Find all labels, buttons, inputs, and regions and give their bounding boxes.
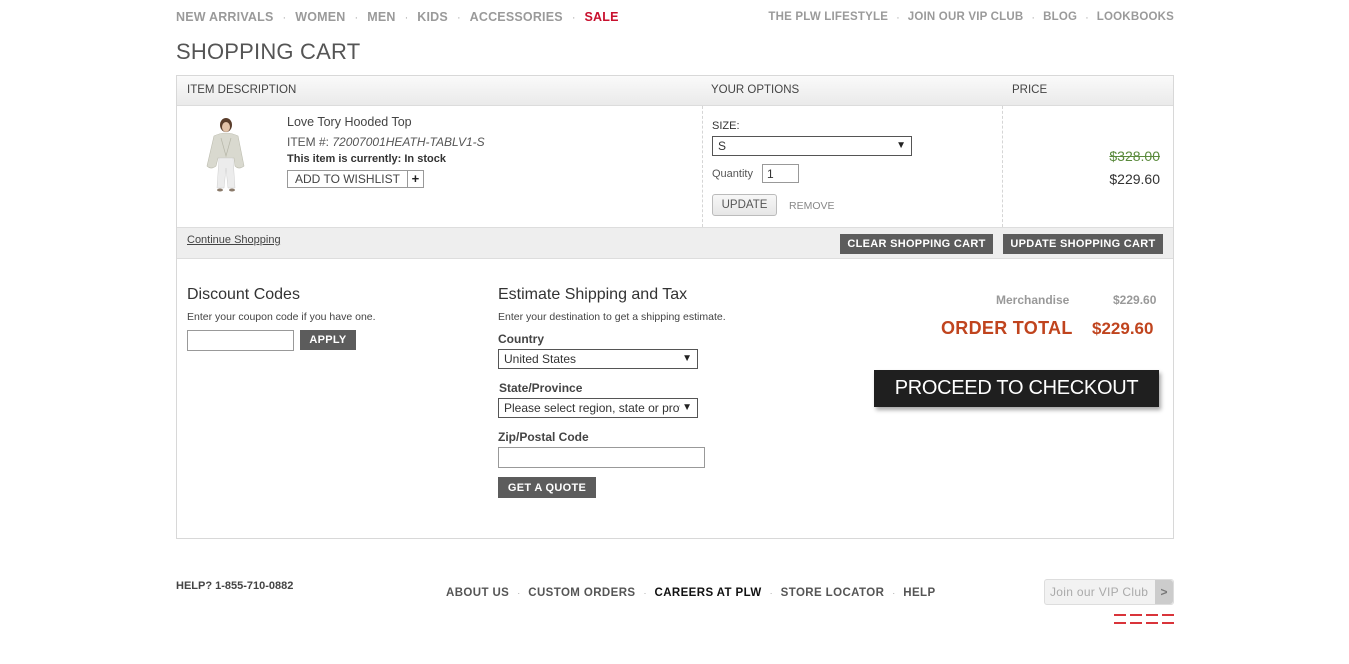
discount-title: Discount Codes	[187, 286, 300, 303]
footer-link-about-us[interactable]: ABOUT US	[446, 587, 509, 599]
zip-input[interactable]	[498, 447, 705, 468]
nav-link-the-plw-lifestyle[interactable]: THE PLW LIFESTYLE	[768, 11, 888, 23]
column-divider	[702, 106, 703, 227]
product-sku: ITEM #: 72007001HEATH-TABLV1-S	[287, 135, 485, 149]
nav-link-blog[interactable]: BLOG	[1043, 11, 1077, 23]
footer-separator: ·	[892, 588, 896, 598]
footer-link-help[interactable]: HELP	[903, 587, 935, 599]
header-item-description: ITEM DESCRIPTION	[187, 84, 297, 96]
order-total-value: $229.60	[1092, 319, 1154, 338]
nav-link-women[interactable]: WOMEN	[295, 10, 345, 24]
header-price: PRICE	[1012, 84, 1048, 96]
update-cart-button[interactable]: UPDATE SHOPPING CART	[1003, 234, 1163, 254]
secondary-nav: THE PLW LIFESTYLE · JOIN OUR VIP CLUB · BLOG…	[768, 9, 1174, 25]
nav-separator: ·	[282, 12, 287, 24]
cart-header-row: ITEM DESCRIPTION YOUR OPTIONS PRICE	[177, 76, 1173, 106]
discount-subtitle: Enter your coupon code if you have one.	[187, 311, 376, 323]
nav-separator: ·	[1031, 12, 1036, 24]
nav-separator: ·	[571, 12, 576, 24]
stock-status: This item is currently: In stock	[287, 153, 446, 165]
proceed-to-checkout-button[interactable]: PROCEED TO CHECKOUT	[874, 370, 1159, 407]
footer-nav: ABOUT US · CUSTOM ORDERS · CAREERS AT PLW · ST…	[446, 587, 936, 599]
quantity-label: Quantity	[712, 168, 753, 180]
column-divider	[1002, 106, 1003, 227]
state-select[interactable]: Please select region, state or province …	[498, 398, 698, 418]
product-thumbnail[interactable]	[199, 116, 251, 192]
nav-separator: ·	[404, 12, 409, 24]
nav-link-lookbooks[interactable]: LOOKBOOKS	[1097, 11, 1174, 23]
merchandise-value: $229.60	[1113, 293, 1157, 307]
chevron-right-icon: >	[1155, 580, 1173, 604]
nav-link-join-our-vip-club[interactable]: JOIN OUR VIP CLUB	[908, 11, 1024, 23]
wishlist-label: ADD TO WISHLIST	[295, 172, 400, 186]
vip-club-label: Join our VIP Club	[1050, 585, 1149, 599]
update-item-button[interactable]: UPDATE	[712, 194, 777, 216]
sku-value: 72007001HEATH-TABLV1-S	[332, 135, 485, 149]
footer-link-careers-at-plw[interactable]: CAREERS AT PLW	[654, 587, 761, 599]
vip-club-button[interactable]: Join our VIP Club >	[1044, 579, 1174, 605]
shipping-subtitle: Enter your destination to get a shipping…	[498, 311, 726, 323]
original-price: $328.00	[1109, 148, 1160, 164]
footer-separator: ·	[517, 588, 521, 598]
nav-separator: ·	[896, 12, 900, 24]
footer-link-store-locator[interactable]: STORE LOCATOR	[781, 587, 885, 599]
sku-label: ITEM #:	[287, 135, 330, 149]
top-nav: NEW ARRIVALS · WOMEN · MEN · KIDS · ACCESSORIES ·…	[176, 9, 1174, 25]
shipping-title: Estimate Shipping and Tax	[498, 286, 688, 303]
sale-price: $229.60	[1109, 171, 1160, 187]
product-name[interactable]: Love Tory Hooded Top	[287, 115, 412, 129]
continue-shopping-link[interactable]: Continue Shopping	[187, 234, 281, 246]
nav-link-accessories[interactable]: ACCESSORIES	[470, 10, 563, 24]
remove-item-link[interactable]: REMOVE	[789, 200, 835, 212]
page-title: SHOPPING CART	[176, 39, 361, 64]
decorative-dashes-icon	[1114, 614, 1174, 624]
nav-separator: ·	[1085, 12, 1089, 24]
zip-label: Zip/Postal Code	[498, 430, 589, 444]
dropdown-arrow-icon: ▼	[896, 140, 906, 151]
stock-value: In stock	[404, 153, 446, 165]
clear-cart-button[interactable]: CLEAR SHOPPING CART	[840, 234, 993, 254]
nav-separator: ·	[354, 12, 359, 24]
cart-actions-bar: Continue Shopping CLEAR SHOPPING CART UP…	[177, 227, 1173, 259]
get-quote-button[interactable]: GET A QUOTE	[498, 477, 596, 498]
quantity-input[interactable]: 1	[762, 164, 799, 183]
apply-coupon-button[interactable]: APPLY	[300, 330, 356, 350]
state-select-value: Please select region, state or province	[504, 401, 680, 415]
nav-link-men[interactable]: MEN	[367, 10, 395, 24]
country-label: Country	[498, 332, 544, 346]
nav-link-sale[interactable]: SALE	[584, 10, 618, 24]
country-select-value: United States	[504, 352, 577, 366]
coupon-input[interactable]	[187, 330, 294, 351]
nav-link-new-arrivals[interactable]: NEW ARRIVALS	[176, 10, 274, 24]
state-label: State/Province	[499, 381, 583, 395]
order-total-label: ORDER TOTAL	[941, 318, 1073, 338]
primary-nav: NEW ARRIVALS · WOMEN · MEN · KIDS · ACCESSORIES ·…	[176, 9, 619, 25]
add-to-wishlist-button[interactable]: ADD TO WISHLIST +	[287, 170, 424, 188]
country-select[interactable]: United States ▼	[498, 349, 698, 369]
plus-icon: +	[406, 171, 423, 187]
cart-table: ITEM DESCRIPTION YOUR OPTIONS PRICE Love…	[176, 75, 1174, 539]
footer-separator: ·	[769, 588, 773, 598]
nav-separator: ·	[456, 12, 461, 24]
dropdown-arrow-icon: ▼	[680, 402, 692, 413]
size-label: SIZE:	[712, 120, 740, 132]
nav-link-kids[interactable]: KIDS	[417, 10, 448, 24]
footer-link-custom-orders[interactable]: CUSTOM ORDERS	[528, 587, 635, 599]
size-select-value: S	[718, 139, 727, 153]
merchandise-label: Merchandise	[996, 293, 1070, 307]
header-your-options: YOUR OPTIONS	[711, 84, 800, 96]
size-select[interactable]: S ▼	[712, 136, 912, 156]
stock-label: This item is currently:	[287, 153, 402, 165]
dropdown-arrow-icon: ▼	[682, 353, 692, 364]
help-phone: HELP? 1-855-710-0882	[176, 580, 294, 592]
footer-separator: ·	[643, 588, 647, 598]
